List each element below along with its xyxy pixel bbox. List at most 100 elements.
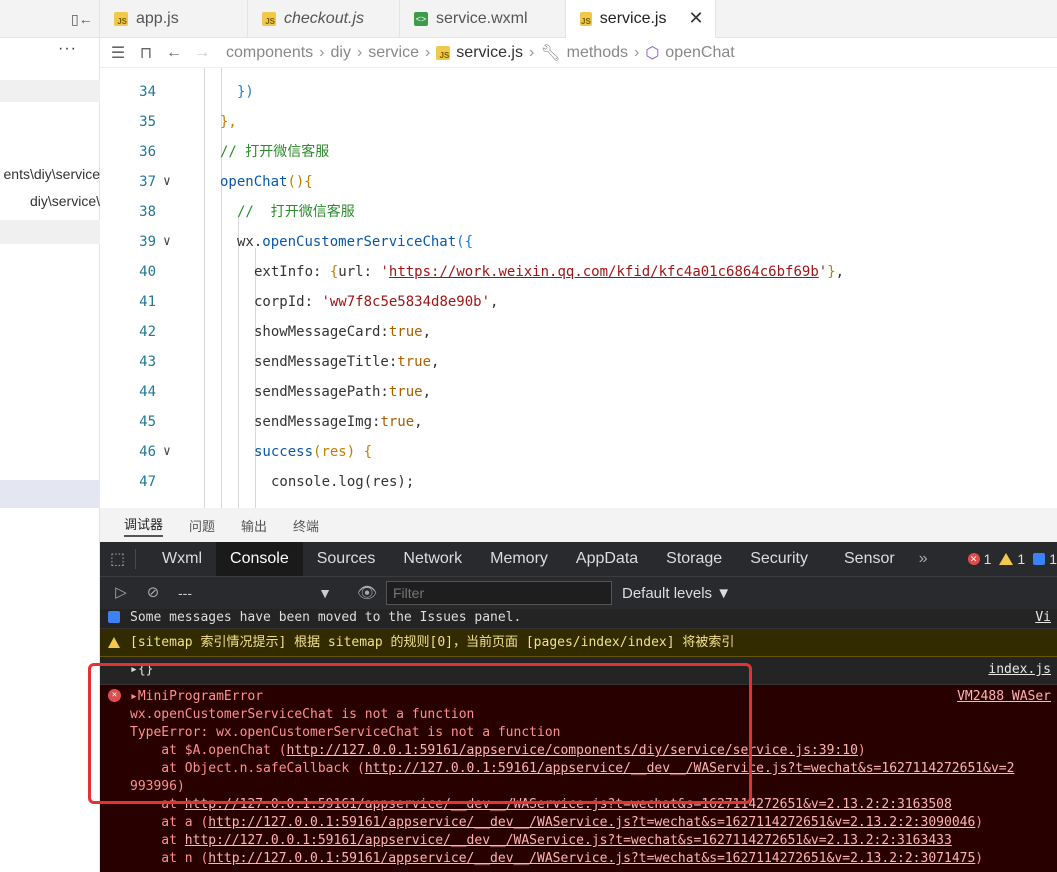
tab-security[interactable]: Security	[736, 542, 822, 576]
error-message: TypeError: wx.openCustomerServiceChat is…	[130, 725, 561, 740]
tab-output[interactable]: 输出	[241, 516, 267, 535]
breadcrumb-separator: ›	[319, 43, 325, 61]
warning-icon	[999, 553, 1014, 565]
code-comment: // 打开微信客服	[237, 204, 355, 220]
tab-sources[interactable]: Sources	[303, 542, 390, 576]
chevron-down-icon: ▼	[318, 585, 332, 601]
code-line: 45 sendMessageImg:true,	[100, 407, 1057, 437]
more-tabs-icon[interactable]: »	[909, 550, 938, 568]
warning-count: 1	[1017, 551, 1026, 567]
sidebar-path-item[interactable]: \diy\service	[0, 193, 100, 209]
back-arrow-icon[interactable]: ←	[160, 44, 188, 62]
stack-suffix: )	[857, 743, 866, 758]
chevron-down-icon[interactable]: ∨	[163, 437, 171, 467]
tab-service-js[interactable]: JS service.js ✕	[566, 0, 716, 38]
stack-suffix: )	[975, 815, 984, 830]
context-select[interactable]: --- ▼	[178, 582, 336, 604]
code-url[interactable]: https://work.weixin.qq.com/kfid/kfc4a01c…	[389, 264, 819, 280]
stack-prefix: at Object.n.safeCallback (	[130, 761, 365, 776]
stack-link[interactable]: http://127.0.0.1:59161/appservice/__dev_…	[185, 797, 952, 812]
code-key: sendMessagePath:	[254, 384, 389, 400]
explorer-sidebar: ▯← ··· ents\diy\service \diy\service	[0, 0, 100, 872]
issue-counts[interactable]: ✕ 1 1 1	[967, 551, 1057, 567]
tab-appdata[interactable]: AppData	[562, 542, 652, 576]
js-file-icon: JS	[114, 12, 128, 26]
breadcrumb-item[interactable]: service	[368, 44, 419, 62]
stack-link[interactable]: http://127.0.0.1:59161/appservice/__dev_…	[208, 815, 975, 830]
inspect-element-icon[interactable]: ⬚	[100, 549, 135, 569]
source-link[interactable]: index.js	[988, 661, 1051, 679]
eye-icon[interactable]: 👁︎	[354, 583, 380, 603]
tab-app-js[interactable]: JS app.js	[100, 0, 248, 38]
breadcrumb-separator: ›	[634, 43, 640, 61]
breadcrumb-item[interactable]: openChat	[665, 44, 734, 62]
sidebar-path-item[interactable]: ents\diy\service	[0, 166, 100, 182]
close-icon[interactable]: ✕	[688, 8, 703, 29]
tab-problems[interactable]: 问题	[189, 516, 215, 535]
code-key: extInfo:	[254, 264, 330, 280]
bookmark-icon[interactable]: ⊓	[132, 43, 160, 63]
breadcrumb-item[interactable]: methods	[567, 44, 628, 62]
stack-link[interactable]: http://127.0.0.1:59161/appservice/__dev_…	[208, 851, 975, 866]
code-punct: }	[827, 264, 836, 280]
breadcrumb-item[interactable]: diy	[331, 44, 351, 62]
stack-frame: at http://127.0.0.1:59161/appservice/__d…	[130, 796, 952, 814]
more-actions-icon[interactable]: ···	[58, 40, 80, 62]
source-link[interactable]: Vi	[1035, 609, 1051, 627]
code-punct: '	[380, 264, 389, 280]
source-link[interactable]: VM2488 WASer	[957, 688, 1051, 706]
stack-link[interactable]: http://127.0.0.1:59161/appservice/compon…	[287, 743, 858, 758]
code-line: 44 sendMessagePath:true,	[100, 377, 1057, 407]
tab-network[interactable]: Network	[389, 542, 476, 576]
method-cube-icon: ⬡	[645, 44, 660, 62]
breadcrumb-item[interactable]: components	[226, 44, 313, 62]
line-number: 35	[139, 114, 156, 130]
tab-terminal[interactable]: 终端	[293, 516, 319, 535]
filter-input[interactable]	[386, 581, 612, 605]
code-punct: ,	[835, 264, 845, 280]
console-output[interactable]: Some messages have been moved to the Iss…	[100, 609, 1057, 872]
chevron-down-icon[interactable]: ∨	[163, 227, 171, 257]
error-title[interactable]: ▸MiniProgramError	[130, 688, 263, 706]
code-function: openCustomerServiceChat	[262, 234, 457, 250]
line-number: 45	[139, 414, 156, 430]
stack-link[interactable]: 993996)	[130, 779, 185, 794]
tab-debugger[interactable]: 调试器	[124, 514, 164, 537]
code-line: 38 // 打开微信客服	[100, 197, 1057, 227]
sidebar-header: ▯←	[0, 0, 99, 38]
code-key: corpId:	[254, 294, 322, 310]
code-string: 'ww7f8c5e5834d8e90b'	[321, 294, 491, 310]
tab-label: service.js	[599, 9, 667, 27]
code-punct: ,	[422, 324, 432, 340]
code-key: sendMessageImg:	[254, 414, 381, 430]
tab-service-wxml[interactable]: <> service.wxml	[400, 0, 566, 38]
sidebar-selected-item[interactable]	[0, 480, 100, 508]
line-number: 42	[139, 324, 156, 340]
line-number: 39	[139, 234, 156, 250]
code-line: 36 // 打开微信客服	[100, 137, 1057, 167]
clear-console-icon[interactable]: ⊘	[140, 582, 166, 604]
expandable-object[interactable]: ▸{}	[130, 661, 153, 679]
tab-memory[interactable]: Memory	[476, 542, 562, 576]
chevron-down-icon[interactable]: ∨	[163, 167, 171, 197]
log-levels-dropdown[interactable]: Default levels ▼	[622, 585, 731, 602]
stack-frame: 993996)	[130, 778, 185, 796]
code-line: 43 sendMessageTitle:true,	[100, 347, 1057, 377]
wxml-file-icon: <>	[414, 12, 428, 26]
tab-sensor[interactable]: Sensor	[830, 542, 909, 576]
tab-storage[interactable]: Storage	[652, 542, 736, 576]
code-editor[interactable]: ' 34 }) 35 }, 36 // 打开微信客服 37 ∨ openChat…	[100, 68, 1057, 508]
breadcrumb-item[interactable]: service.js	[456, 44, 523, 62]
list-icon[interactable]: ☰	[104, 43, 132, 63]
panel-collapse-icon[interactable]: ▯←	[71, 11, 93, 29]
code-punct: ,	[431, 354, 440, 370]
tab-console[interactable]: Console	[216, 542, 303, 576]
tab-wxml[interactable]: Wxml	[148, 542, 216, 576]
stack-prefix: at	[130, 797, 185, 812]
forward-arrow-icon[interactable]: →	[188, 44, 216, 62]
sidebar-toggle-icon[interactable]: ▷	[108, 582, 134, 604]
stack-link[interactable]: http://127.0.0.1:59161/appservice/__dev_…	[365, 761, 1015, 776]
stack-link[interactable]: http://127.0.0.1:59161/appservice/__dev_…	[185, 833, 952, 848]
tab-checkout-js[interactable]: JS checkout.js	[248, 0, 400, 38]
code-line: 41 corpId: 'ww7f8c5e5834d8e90b',	[100, 287, 1057, 317]
